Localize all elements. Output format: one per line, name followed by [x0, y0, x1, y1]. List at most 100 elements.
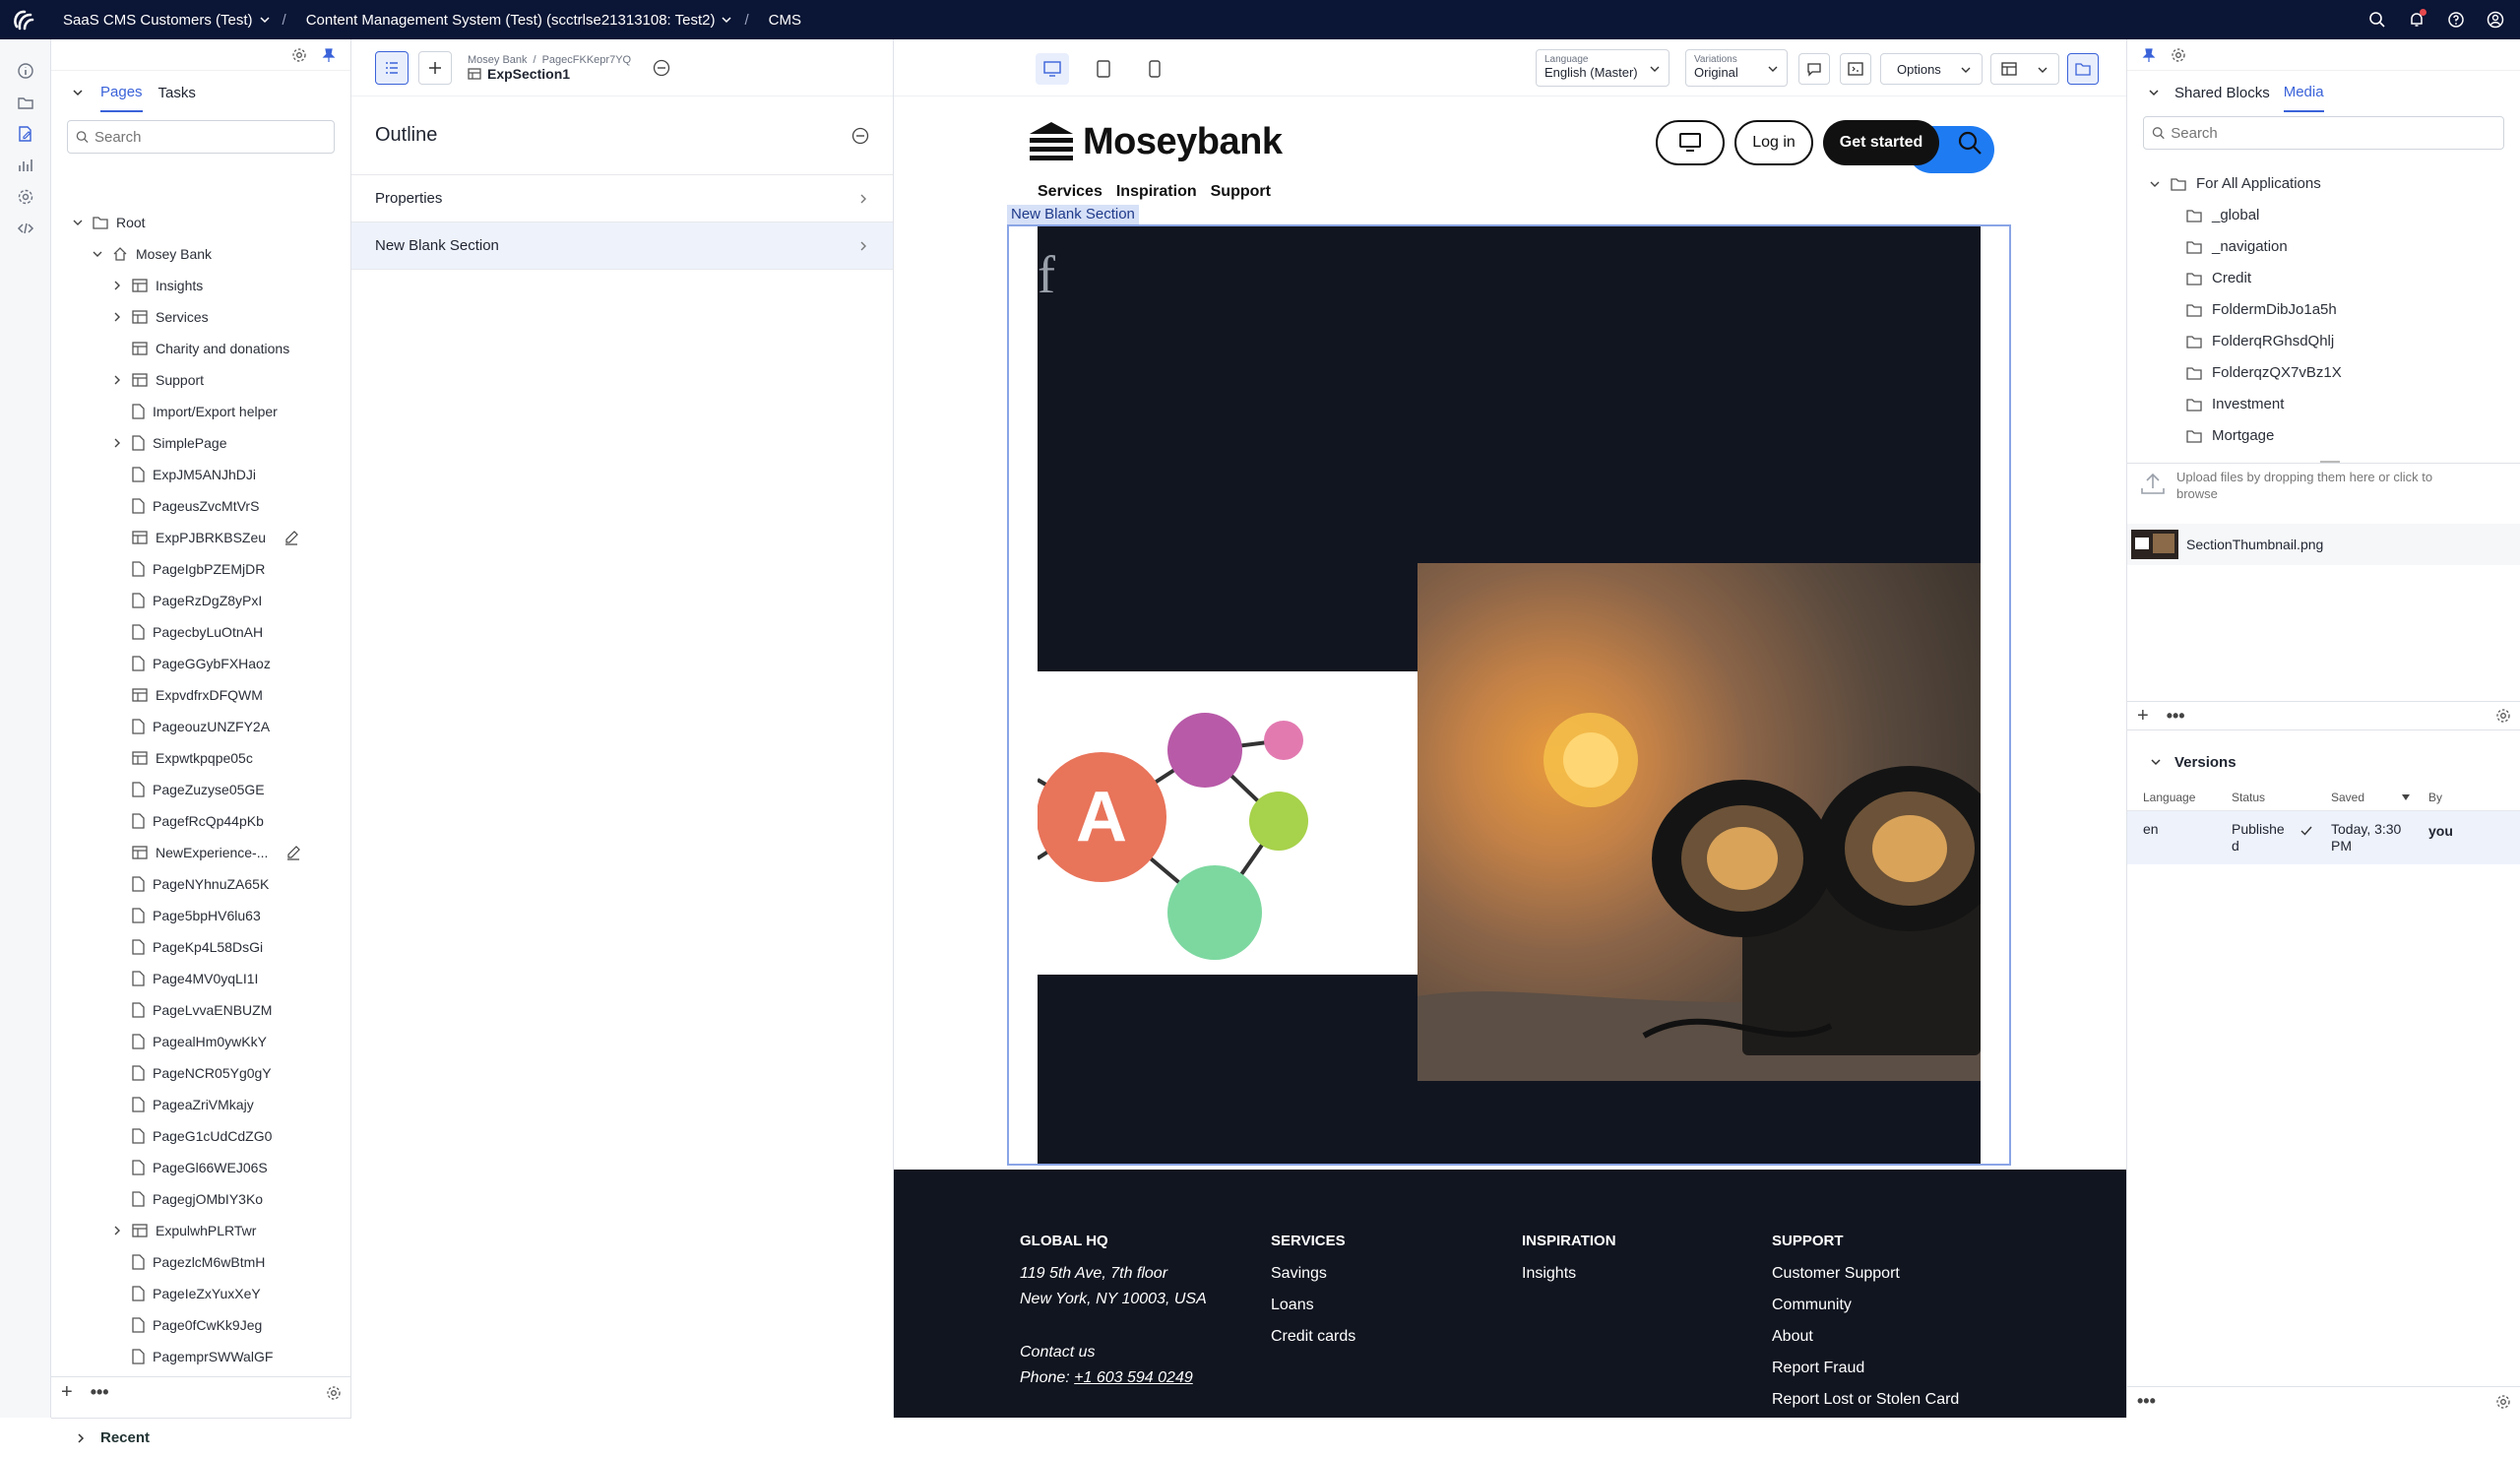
rail-code-icon[interactable]	[0, 213, 51, 244]
tree-item[interactable]: PageouzUNZFY2A	[110, 711, 270, 742]
notifications-button[interactable]	[2408, 9, 2426, 29]
add-icon[interactable]: +	[2137, 705, 2149, 728]
gear-icon[interactable]	[2495, 708, 2511, 724]
tree-item[interactable]: Support	[110, 364, 204, 396]
login-button[interactable]: Log in	[1734, 120, 1813, 165]
rail-edit-icon[interactable]	[0, 118, 51, 150]
tree-item[interactable]: PageGGybFXHaoz	[110, 648, 271, 679]
add-icon[interactable]: +	[61, 1381, 73, 1404]
variations-select[interactable]: Variations Original	[1685, 49, 1788, 87]
media-folder[interactable]: _global	[2186, 207, 2259, 223]
help-icon[interactable]	[2447, 11, 2465, 29]
media-folder[interactable]: FolderqRGhsdQhlj	[2186, 333, 2334, 349]
tree-item[interactable]: ExpPJBRKBSZeu	[110, 522, 299, 553]
chevron-right-icon[interactable]	[110, 374, 124, 386]
search-icon[interactable]	[2368, 11, 2386, 29]
tree-item[interactable]: PageaZriVMkajy	[110, 1089, 254, 1120]
outline-item-new-blank-section[interactable]: New Blank Section	[351, 222, 893, 270]
breadcrumb-instance[interactable]: Content Management System (Test) (scctrl…	[306, 12, 716, 29]
tree-item[interactable]: PageRzDgZ8yPxI	[110, 585, 262, 616]
upload-dropzone[interactable]: Upload files by dropping them here or cl…	[2127, 469, 2520, 514]
chevron-right-icon[interactable]	[110, 1225, 124, 1236]
tree-item[interactable]: PageNCR05Yg0gY	[110, 1057, 272, 1089]
pencil-icon[interactable]	[285, 845, 301, 860]
gear-icon[interactable]	[291, 47, 307, 63]
tab-shared-blocks[interactable]: Shared Blocks	[2174, 75, 2270, 111]
footer-link[interactable]: About	[1772, 1328, 1959, 1346]
tree-item[interactable]: PageKp4L58DsGi	[110, 931, 263, 963]
chevron-right-icon[interactable]	[110, 280, 124, 291]
language-select[interactable]: Language English (Master)	[1536, 49, 1670, 87]
optimizely-logo-icon[interactable]	[0, 0, 47, 39]
media-folder-root[interactable]: For All Applications	[2149, 175, 2321, 192]
outline-item-properties[interactable]: Properties	[351, 175, 893, 222]
chevron-down-icon[interactable]	[71, 217, 85, 228]
tree-item[interactable]: Page0fCwKk9Jeg	[110, 1309, 262, 1341]
assets-panel-button[interactable]	[2067, 53, 2099, 85]
theme-toggle[interactable]	[1656, 120, 1725, 165]
tree-item[interactable]: PagegjOMbIY3Ko	[110, 1183, 263, 1215]
pin-icon[interactable]	[2141, 47, 2157, 63]
footer-link[interactable]: Report Fraud	[1772, 1360, 1959, 1377]
footer-link[interactable]: Community	[1772, 1297, 1959, 1314]
footer-link[interactable]: Report Lost or Stolen Card	[1772, 1391, 1959, 1409]
media-folder[interactable]: Investment	[2186, 396, 2284, 412]
pencil-icon[interactable]	[284, 530, 299, 545]
desktop-view-button[interactable]	[1036, 53, 1069, 85]
tree-item[interactable]: PageLvvaENBUZM	[110, 994, 272, 1026]
tree-item[interactable]: SimplePage	[110, 427, 227, 459]
media-search-input[interactable]	[2171, 124, 2503, 142]
gear-icon[interactable]	[2495, 1394, 2511, 1410]
chevron-right-icon[interactable]	[110, 311, 124, 323]
chevron-down-icon[interactable]	[2147, 86, 2161, 99]
rail-reports-icon[interactable]	[0, 150, 51, 181]
tree-item[interactable]: ExpJM5ANJhDJi	[110, 459, 256, 490]
media-folder[interactable]: _navigation	[2186, 238, 2288, 255]
tree-item[interactable]: PageG1cUdCdZG0	[110, 1120, 272, 1152]
col-status[interactable]: Status	[2232, 791, 2265, 804]
footer-link[interactable]: Insights	[1522, 1265, 1616, 1283]
tree-item[interactable]: Mosey Bank	[91, 238, 212, 270]
chevron-right-icon[interactable]	[110, 437, 124, 449]
tree-item[interactable]: Page4MV0yqLI1I	[110, 963, 258, 994]
site-logo[interactable]: Moseybank	[1028, 120, 1283, 163]
nav-support[interactable]: Support	[1211, 183, 1271, 201]
rail-info-icon[interactable]	[0, 55, 51, 87]
footer-link[interactable]: Loans	[1271, 1297, 1355, 1314]
chevron-down-icon[interactable]	[91, 248, 104, 260]
rail-folder-icon[interactable]	[0, 87, 51, 118]
tree-item[interactable]: PagezlcM6wBtmH	[110, 1246, 265, 1278]
tree-item[interactable]: PageGl66WEJ06S	[110, 1152, 268, 1183]
tree-item[interactable]: ExpulwhPLRTwr	[110, 1215, 256, 1246]
comments-button[interactable]	[1798, 53, 1830, 85]
tab-pages[interactable]: Pages	[100, 74, 143, 112]
gear-icon[interactable]	[2171, 47, 2186, 63]
tree-item[interactable]: PageusZvcMtVrS	[110, 490, 259, 522]
tree-item[interactable]: NewExperience-...	[110, 837, 301, 868]
item-crumb-parent[interactable]: Mosey Bank	[468, 54, 528, 66]
recent-section[interactable]: Recent	[51, 1418, 351, 1457]
tree-item[interactable]: PageIeZxYuxXeY	[110, 1278, 261, 1309]
tree-item[interactable]: PagefRcQp44pKb	[110, 805, 264, 837]
tree-item[interactable]: Expwtkpqpe05c	[110, 742, 253, 774]
tree-item[interactable]: PagecbyLuOtnAH	[110, 616, 263, 648]
tree-item[interactable]: Import/Export helper	[110, 396, 278, 427]
tree-item[interactable]: PageNYhnuZA65K	[110, 868, 269, 900]
media-folder[interactable]: FoldermDibJo1a5h	[2186, 301, 2337, 318]
media-file-row[interactable]: SectionThumbnail.png	[2127, 524, 2520, 565]
options-button[interactable]: Options	[1880, 53, 1983, 85]
versions-header[interactable]: Versions	[2127, 742, 2520, 782]
tab-media[interactable]: Media	[2283, 74, 2324, 112]
more-icon[interactable]: •••	[2167, 706, 2185, 727]
media-folder[interactable]: FolderqzQX7vBz1X	[2186, 364, 2342, 381]
tree-item[interactable]: Insights	[110, 270, 203, 301]
tree-item[interactable]: PageIgbPZEMjDR	[110, 553, 265, 585]
tree-item[interactable]: Charity and donations	[110, 333, 289, 364]
user-icon[interactable]	[2487, 11, 2504, 29]
footer-link[interactable]: Customer Support	[1772, 1265, 1959, 1283]
tree-item[interactable]: PagealHm0ywKkY	[110, 1026, 267, 1057]
col-language[interactable]: Language	[2143, 791, 2195, 804]
footer-link[interactable]: Savings	[1271, 1265, 1355, 1283]
footer-phone-link[interactable]: +1 603 594 0249	[1074, 1369, 1193, 1386]
collapse-icon[interactable]	[851, 127, 869, 145]
